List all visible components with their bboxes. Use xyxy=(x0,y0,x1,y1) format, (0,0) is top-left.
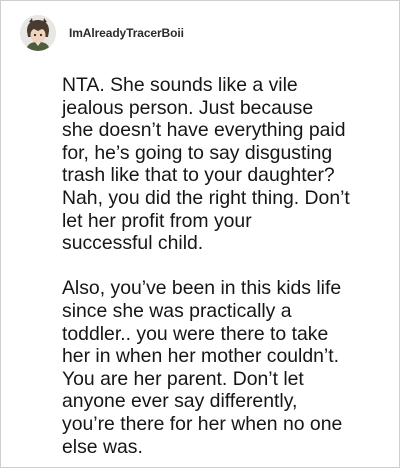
anime-character-icon xyxy=(20,15,56,51)
avatar[interactable] xyxy=(20,15,56,51)
username[interactable]: ImAlreadyTracerBoii xyxy=(69,26,184,40)
comment-paragraph: NTA. She sounds like a vile jealous pers… xyxy=(62,74,350,255)
comment-card: ImAlreadyTracerBoii NTA. She sounds like… xyxy=(0,0,400,468)
comment-body: NTA. She sounds like a vile jealous pers… xyxy=(62,74,394,458)
comment-paragraph: Also, you’ve been in this kids life sinc… xyxy=(62,277,343,458)
comment-header: ImAlreadyTracerBoii xyxy=(20,15,184,51)
